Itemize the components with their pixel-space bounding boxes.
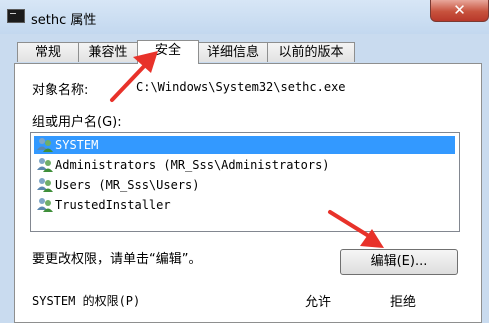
tab-compatibility[interactable]: 兼容性 (78, 42, 138, 62)
list-item-administrators[interactable]: Administrators (MR_Sss\Administrators) (34, 156, 330, 174)
tab-general-label: 常规 (34, 45, 61, 60)
change-permissions-hint: 要更改权限，请单击“编辑”。 (32, 252, 202, 267)
tab-compatibility-label: 兼容性 (88, 45, 128, 60)
tab-details[interactable]: 详细信息 (198, 42, 268, 62)
title-bar: sethc 属性 ✕ (0, 0, 489, 34)
object-name-value: C:\Windows\System32\sethc.exe (136, 80, 346, 94)
group-user-list[interactable]: SYSTEM Administrators (MR_Sss\Administra… (30, 132, 460, 232)
group-or-user-label: 组或用户名(G): (32, 115, 122, 130)
close-icon: ✕ (453, 1, 466, 19)
user-group-icon (37, 138, 53, 152)
tab-previous-versions-label: 以前的版本 (278, 45, 344, 60)
list-item-label: Users (MR_Sss\Users) (55, 178, 200, 192)
allow-header: 允许 (305, 295, 332, 310)
console-app-icon (7, 9, 25, 23)
permissions-label: SYSTEM 的权限(P) (32, 294, 141, 308)
security-panel: 对象名称: C:\Windows\System32\sethc.exe 组或用户… (14, 63, 482, 323)
list-item-system[interactable]: SYSTEM (34, 136, 455, 154)
list-item-users[interactable]: Users (MR_Sss\Users) (34, 176, 200, 194)
user-group-icon (37, 178, 53, 192)
edit-button-label: 编辑(E)... (370, 254, 428, 269)
tab-security-label: 安全 (154, 43, 181, 58)
list-item-label: TrustedInstaller (55, 198, 171, 212)
list-item-label: SYSTEM (55, 138, 99, 152)
tab-previous-versions[interactable]: 以前的版本 (267, 42, 355, 62)
list-item-trustedinstaller[interactable]: TrustedInstaller (34, 196, 171, 214)
object-name-label: 对象名称: (32, 83, 89, 98)
user-group-icon (37, 158, 53, 172)
list-item-label: Administrators (MR_Sss\Administrators) (55, 158, 330, 172)
tab-security[interactable]: 安全 (137, 40, 199, 64)
tab-general[interactable]: 常规 (17, 42, 79, 62)
close-button[interactable]: ✕ (430, 0, 489, 22)
edit-button[interactable]: 编辑(E)... (340, 249, 458, 275)
window-title: sethc 属性 (31, 13, 97, 28)
user-group-icon (37, 198, 53, 212)
deny-header: 拒绝 (390, 295, 417, 310)
tab-details-label: 详细信息 (206, 45, 259, 60)
